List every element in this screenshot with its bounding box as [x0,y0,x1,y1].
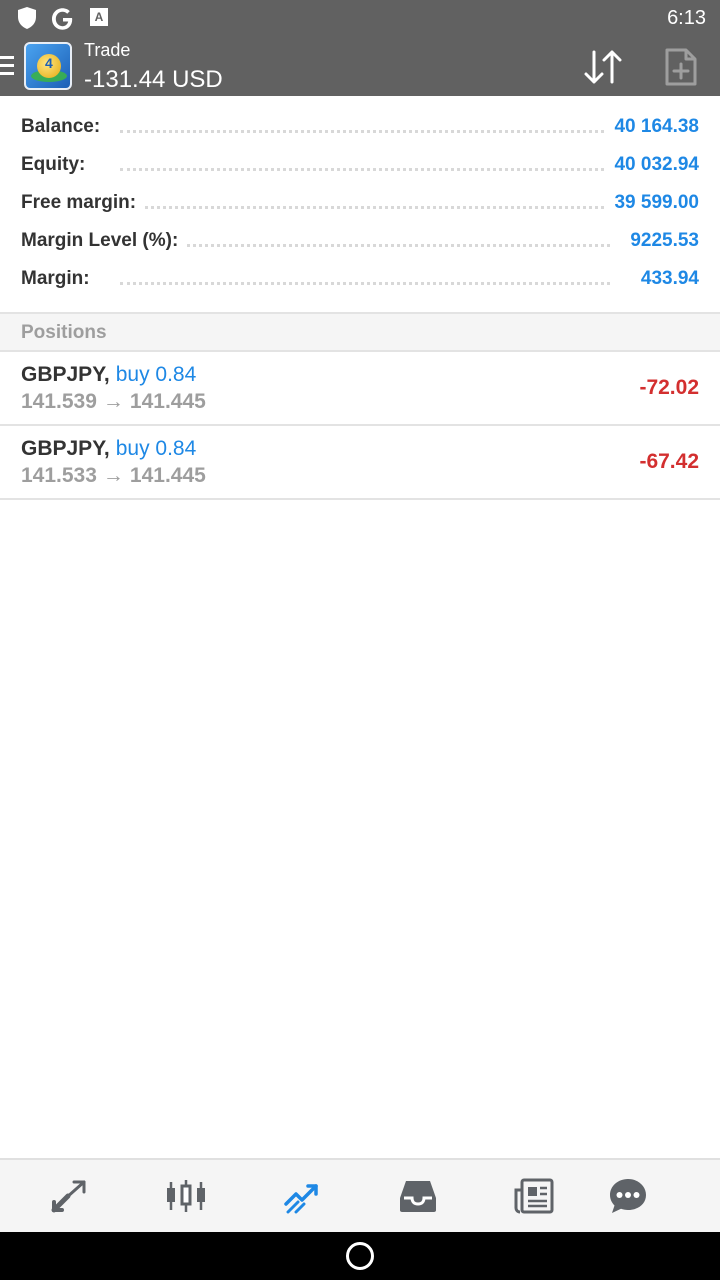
position-separator: , [103,437,110,460]
shield-icon [18,7,36,29]
app-bar: 4 Trade -131.44 USD [0,36,720,96]
current-price: 141.445 [129,464,206,487]
margin-level-label: Margin Level (%): [21,230,187,252]
free-margin-value: 39 599.00 [606,192,699,214]
arrow-right-icon: → [102,464,124,487]
new-order-icon[interactable] [664,48,698,86]
dotted-leader [120,130,610,133]
svg-text:A: A [95,10,104,24]
current-price: 141.445 [129,390,206,413]
messages-icon [610,1179,646,1213]
summary-row-margin-level: Margin Level (%): 9225.53 [0,210,720,252]
nav-quotes[interactable] [10,1160,130,1232]
position-row[interactable]: GBPJPY, buy 0.84 141.533 → 141.445 -67.42 [0,426,720,500]
position-profit: -67.42 [639,450,699,473]
position-symbol: GBPJPY [21,363,104,386]
positions-list: GBPJPY, buy 0.84 141.539 → 141.445 -72.02 G… [0,352,720,500]
nav-trade[interactable] [242,1160,362,1232]
nav-chart[interactable] [126,1160,246,1232]
google-icon [52,8,73,30]
total-profit: -131.44 USD [84,66,223,93]
margin-value: 433.94 [632,268,699,290]
clock: 6:13 [667,7,706,29]
nav-messages[interactable] [568,1160,688,1232]
summary-row-equity: Equity: 40 032.94 [0,134,720,176]
quotes-icon [51,1180,86,1213]
arrow-right-icon: → [102,390,124,413]
dotted-leader [120,282,610,285]
sort-icon[interactable] [582,48,624,86]
position-symbol: GBPJPY [21,437,104,460]
position-profit: -72.02 [639,376,699,399]
system-nav-bar [0,1232,720,1280]
dotted-leader [120,206,610,209]
position-separator: , [103,363,110,386]
nav-history[interactable] [358,1160,478,1232]
home-button[interactable] [346,1242,374,1270]
trade-icon [284,1184,318,1214]
balance-value: 40 164.38 [606,116,699,138]
balance-label: Balance: [21,116,109,138]
position-row[interactable]: GBPJPY, buy 0.84 141.539 → 141.445 -72.02 [0,352,720,426]
positions-header: Positions [0,312,720,352]
app-logo-icon[interactable]: 4 [24,42,72,90]
summary-row-margin: Margin: 433.94 [0,248,720,290]
history-icon [400,1181,436,1212]
positions-header-label: Positions [21,322,107,343]
summary-row-balance: Balance: 40 164.38 [0,96,720,138]
keyboard-icon: A [90,8,108,26]
chart-icon [167,1180,205,1212]
open-price: 141.539 [21,390,97,413]
status-bar: A 6:13 [0,0,720,36]
account-summary: Balance: 40 164.38 Equity: 40 032.94 Fre… [0,96,720,290]
menu-icon[interactable] [0,56,16,78]
dotted-leader [120,168,610,171]
free-margin-label: Free margin: [21,192,145,214]
position-side: buy 0.84 [115,437,197,460]
margin-label: Margin: [21,268,98,290]
open-price: 141.533 [21,464,97,487]
page-title: Trade [84,40,131,60]
bottom-nav [0,1158,720,1232]
position-side: buy 0.84 [115,363,197,386]
summary-row-free-margin: Free margin: 39 599.00 [0,172,720,214]
equity-label: Equity: [21,154,94,176]
dotted-leader [120,244,610,247]
equity-value: 40 032.94 [606,154,699,176]
margin-level-value: 9225.53 [622,230,699,252]
news-icon [514,1178,554,1214]
